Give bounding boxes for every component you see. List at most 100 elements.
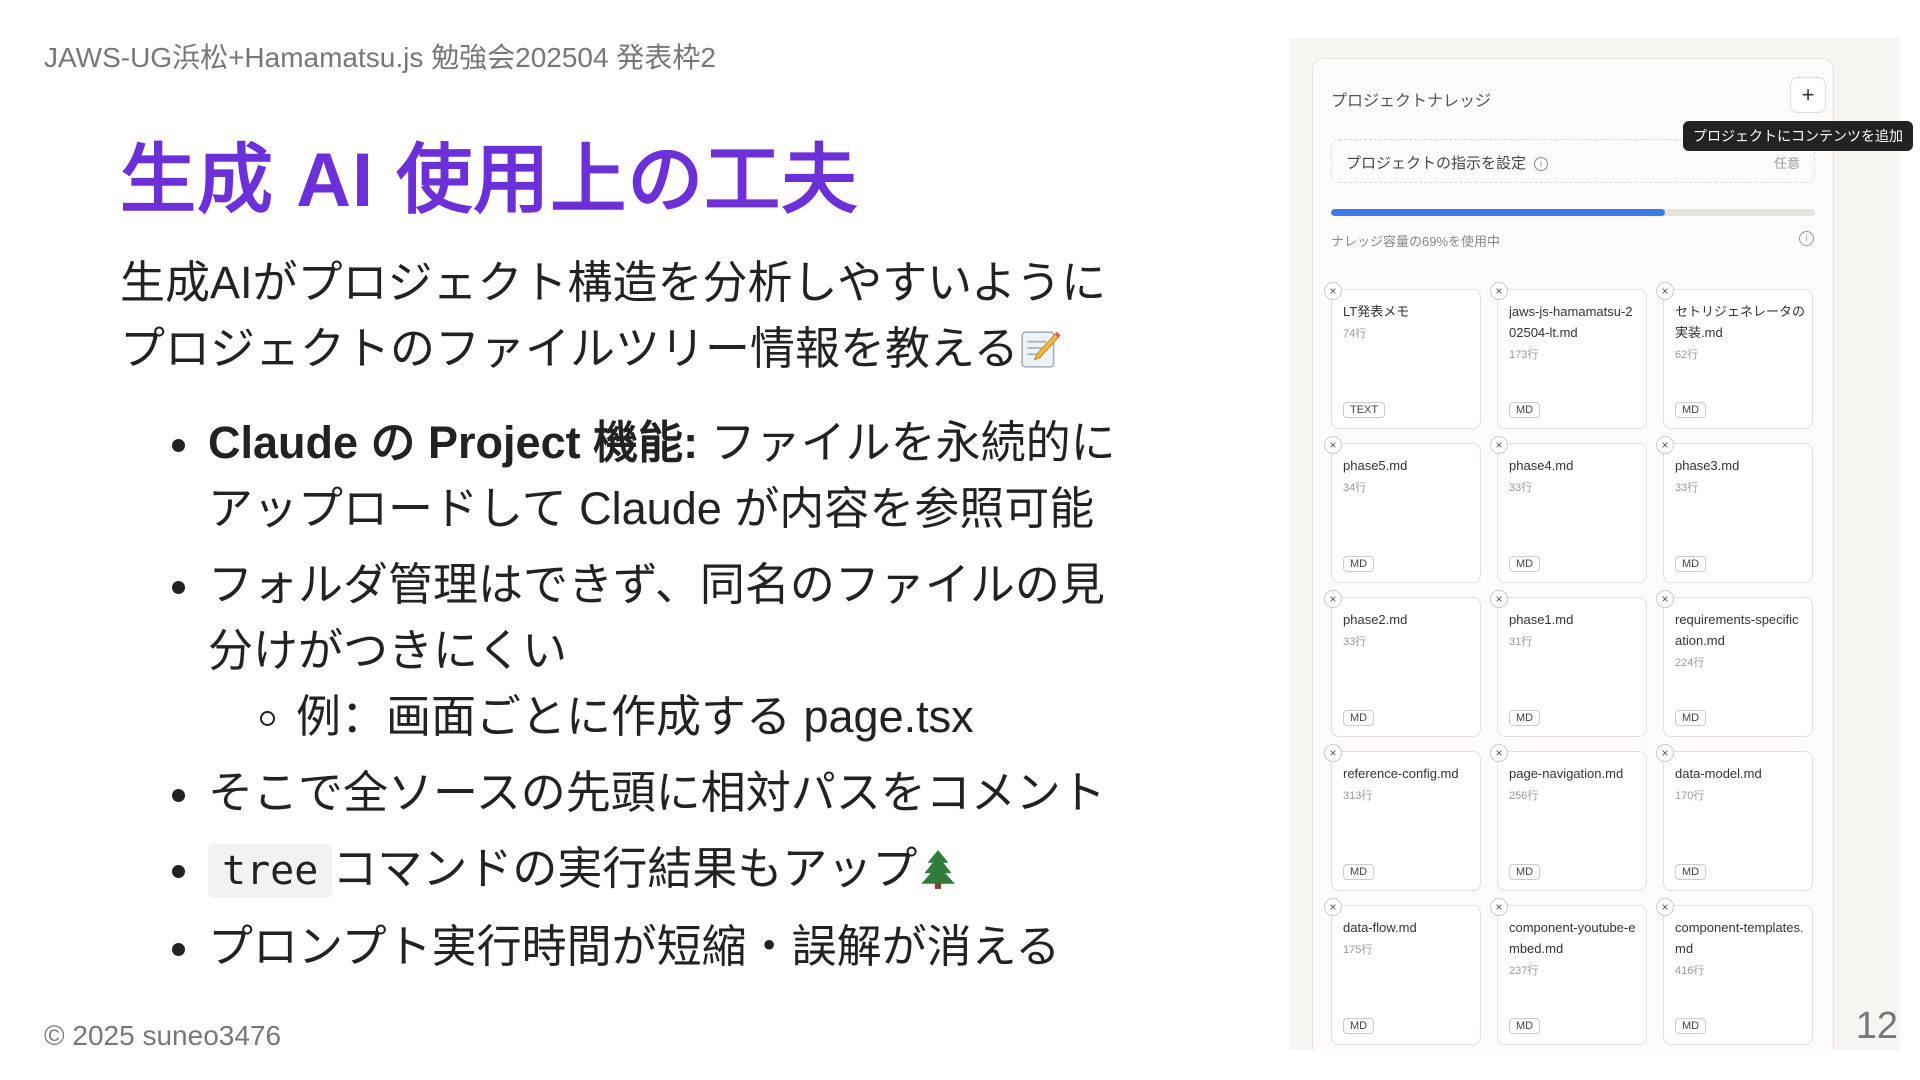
project-knowledge-screenshot: プロジェクトナレッジ + プロジェクトの指示を設定 i 任意 ナレッジ容量の69%… xyxy=(1290,38,1900,1050)
remove-file-icon[interactable]: × xyxy=(1324,744,1342,762)
add-content-button[interactable]: + xyxy=(1790,77,1826,113)
knowledge-file-card[interactable]: × requirements-specification.md 224行 MD xyxy=(1656,590,1813,737)
bullet-item: tree コマンドの実行結果もアップ xyxy=(168,836,1148,904)
knowledge-file-card[interactable]: × phase4.md 33行 MD xyxy=(1490,436,1647,583)
file-line-count: 416行 xyxy=(1675,965,1705,977)
file-line-count: 31行 xyxy=(1509,636,1533,648)
remove-file-icon[interactable]: × xyxy=(1490,436,1508,454)
file-name: phase2.md 33行 xyxy=(1343,609,1473,653)
file-line-count: 33行 xyxy=(1509,482,1533,494)
optional-label: 任意 xyxy=(1773,156,1800,171)
knowledge-file-card[interactable]: × component-youtube-embed.md 237行 MD xyxy=(1490,898,1647,1045)
copyright: © 2025 suneo3476 xyxy=(44,1020,282,1051)
remove-file-icon[interactable]: × xyxy=(1490,898,1508,916)
knowledge-file-card[interactable]: × data-flow.md 175行 MD xyxy=(1324,898,1481,1045)
file-name: phase3.md 33行 xyxy=(1675,455,1805,499)
tree-icon xyxy=(921,850,956,889)
file-type-badge: MD xyxy=(1509,864,1541,880)
knowledge-file-card[interactable]: × phase5.md 34行 MD xyxy=(1324,436,1481,583)
knowledge-file-card[interactable]: × phase2.md 33行 MD xyxy=(1324,590,1481,737)
knowledge-file-card[interactable]: × LT発表メモ 74行 TEXT xyxy=(1324,282,1481,429)
knowledge-file-card[interactable]: × reference-config.md 313行 MD xyxy=(1324,744,1481,891)
file-line-count: 170行 xyxy=(1675,790,1705,802)
info-icon: i xyxy=(1534,157,1549,171)
remove-file-icon[interactable]: × xyxy=(1490,744,1508,762)
remove-file-icon[interactable]: × xyxy=(1324,590,1342,608)
file-type-badge: MD xyxy=(1675,1018,1707,1034)
knowledge-usage-bar xyxy=(1331,209,1815,216)
knowledge-file-card[interactable]: × phase1.md 31行 MD xyxy=(1490,590,1647,737)
file-type-badge: MD xyxy=(1675,402,1707,418)
file-type-badge: TEXT xyxy=(1343,402,1386,418)
sub-bullet-item: 例：画面ごとに作成する page.tsx xyxy=(252,684,1148,750)
file-type-badge: MD xyxy=(1675,864,1707,880)
knowledge-usage-text: ナレッジ容量の69%を使用中 xyxy=(1331,234,1501,249)
knowledge-file-card[interactable]: × data-model.md 170行 MD xyxy=(1656,744,1813,891)
file-name-text: page-navigation.md xyxy=(1509,766,1624,781)
sub-bullet-list: 例：画面ごとに作成する page.tsx xyxy=(208,684,1148,750)
file-type-badge: MD xyxy=(1343,710,1375,726)
remove-file-icon[interactable]: × xyxy=(1490,590,1508,608)
file-line-count: 313行 xyxy=(1343,790,1373,802)
knowledge-file-card[interactable]: × page-navigation.md 256行 MD xyxy=(1490,744,1647,891)
bullet-text: プロンプト実行時間が短縮・誤解が消える xyxy=(208,921,1061,972)
file-line-count: 74行 xyxy=(1343,328,1367,340)
file-name-text: component-templates.md xyxy=(1675,920,1804,956)
file-name: セトリジェネレータの実装.md 62行 xyxy=(1675,301,1805,366)
file-line-count: 175行 xyxy=(1343,944,1373,956)
knowledge-file-grid: × LT発表メモ 74行 TEXT × jaws-js-hamamatsu-202504-… xyxy=(1324,282,1827,1045)
file-name-text: requirements-specification.md xyxy=(1675,612,1799,648)
knowledge-file-card[interactable]: × component-templates.md 416行 MD xyxy=(1656,898,1813,1045)
lead-text: 生成AIがプロジェクト構造を分析しやすいようにプロジェクトのファイルツリー情報を… xyxy=(120,257,1107,374)
file-line-count: 237行 xyxy=(1509,965,1539,977)
file-line-count: 33行 xyxy=(1675,482,1699,494)
file-line-count: 34行 xyxy=(1343,482,1367,494)
knowledge-file-card[interactable]: × セトリジェネレータの実装.md 62行 MD xyxy=(1656,282,1813,429)
remove-file-icon[interactable]: × xyxy=(1324,898,1342,916)
file-line-count: 62行 xyxy=(1675,349,1699,361)
file-type-badge: MD xyxy=(1509,402,1541,418)
remove-file-icon[interactable]: × xyxy=(1324,282,1342,300)
file-name: jaws-js-hamamatsu-202504-lt.md 173行 xyxy=(1509,301,1639,366)
remove-file-icon[interactable]: × xyxy=(1656,590,1674,608)
knowledge-file-card[interactable]: × jaws-js-hamamatsu-202504-lt.md 173行 MD xyxy=(1490,282,1647,429)
file-type-badge: MD xyxy=(1509,556,1541,572)
remove-file-icon[interactable]: × xyxy=(1656,744,1674,762)
memo-icon xyxy=(1021,331,1061,368)
add-content-tooltip: プロジェクトにコンテンツを追加 xyxy=(1683,121,1913,151)
file-type-badge: MD xyxy=(1509,1018,1541,1034)
file-type-badge: MD xyxy=(1509,710,1541,726)
remove-file-icon[interactable]: × xyxy=(1656,898,1674,916)
remove-file-icon[interactable]: × xyxy=(1324,436,1342,454)
file-type-badge: MD xyxy=(1343,864,1375,880)
knowledge-file-card[interactable]: × phase3.md 33行 MD xyxy=(1656,436,1813,583)
file-type-badge: MD xyxy=(1675,710,1707,726)
bullet-item: Claude の Project 機能: ファイルを永続的にアップロードして C… xyxy=(168,410,1148,542)
knowledge-usage-fill xyxy=(1331,209,1665,216)
page-number: 12 xyxy=(1855,1005,1898,1047)
file-name-text: phase4.md xyxy=(1509,458,1574,473)
bullet-item: そこで全ソースの先頭に相対パスをコメント xyxy=(168,760,1148,826)
inline-code: tree xyxy=(208,844,333,898)
remove-file-icon[interactable]: × xyxy=(1656,436,1674,454)
remove-file-icon[interactable]: × xyxy=(1490,282,1508,300)
file-name: phase1.md 31行 xyxy=(1509,609,1639,653)
remove-file-icon[interactable]: × xyxy=(1656,282,1674,300)
file-name-text: phase3.md xyxy=(1675,458,1740,473)
file-line-count: 33行 xyxy=(1343,636,1367,648)
file-name: component-templates.md 416行 xyxy=(1675,917,1805,982)
file-name: requirements-specification.md 224行 xyxy=(1675,609,1805,674)
file-name: reference-config.md 313行 xyxy=(1343,763,1473,807)
bullet-bold-text: Claude の Project 機能: xyxy=(208,417,699,468)
file-name: page-navigation.md 256行 xyxy=(1509,763,1639,807)
file-type-badge: MD xyxy=(1343,1018,1375,1034)
file-name: phase5.md 34行 xyxy=(1343,455,1473,499)
knowledge-panel: プロジェクトナレッジ + プロジェクトの指示を設定 i 任意 ナレッジ容量の69%… xyxy=(1312,58,1834,1050)
slide-title: 生成 AI 使用上の工夫 xyxy=(120,138,859,223)
file-name-text: data-flow.md xyxy=(1343,920,1417,935)
info-icon[interactable]: i xyxy=(1799,231,1814,246)
file-line-count: 224行 xyxy=(1675,657,1705,669)
file-name-text: phase5.md xyxy=(1343,458,1408,473)
file-name: data-flow.md 175行 xyxy=(1343,917,1473,961)
bullet-list: Claude の Project 機能: ファイルを永続的にアップロードして C… xyxy=(168,410,1148,990)
